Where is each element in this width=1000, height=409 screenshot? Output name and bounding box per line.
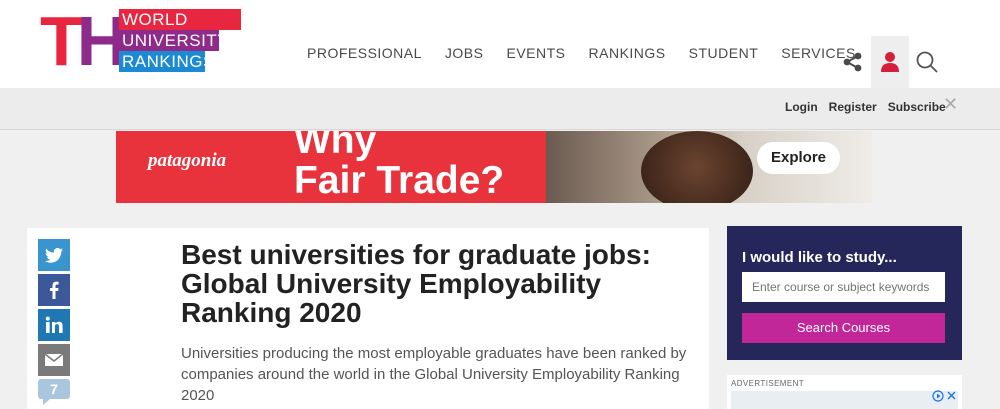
article-standfirst: Universities producing the most employab… bbox=[181, 345, 687, 404]
subscribe-link[interactable]: Subscribe bbox=[888, 100, 946, 114]
share-bar: 7 bbox=[38, 239, 70, 408]
course-search-title: I would like to study... bbox=[742, 249, 897, 266]
course-search-input[interactable] bbox=[742, 272, 945, 302]
logo-wordmark: WORLD UNIVERSITY RANKINGS bbox=[119, 9, 241, 72]
main-nav: PROFESSIONAL JOBS EVENTS RANKINGS STUDEN… bbox=[307, 45, 879, 61]
share-icon[interactable] bbox=[835, 42, 871, 82]
register-link[interactable]: Register bbox=[829, 100, 877, 114]
nav-events[interactable]: EVENTS bbox=[507, 45, 566, 61]
logo-letter-t: T bbox=[40, 2, 83, 80]
logo-word-university: UNIVERSITY bbox=[119, 30, 229, 51]
logo-word-rankings: RANKINGS bbox=[119, 51, 214, 72]
banner-headline-line2: Fair Trade? bbox=[294, 159, 505, 202]
ad-choices-icon[interactable] bbox=[932, 389, 958, 403]
facebook-icon[interactable] bbox=[38, 274, 70, 306]
course-search-widget: I would like to study... Search Courses bbox=[727, 226, 962, 360]
comments-icon[interactable]: 7 bbox=[38, 379, 70, 405]
advertisement-content[interactable] bbox=[731, 391, 958, 409]
nav-student[interactable]: STUDENT bbox=[689, 45, 759, 61]
top-header: T H E WORLD UNIVERSITY RANKINGS PROFESSI… bbox=[0, 0, 1000, 88]
patagonia-banner-ad[interactable]: patagonia Why Fair Trade? Explore bbox=[116, 131, 872, 203]
login-link[interactable]: Login bbox=[785, 100, 818, 114]
article-title: Best universities for graduate jobs: Glo… bbox=[181, 239, 651, 328]
comment-count: 7 bbox=[50, 381, 58, 397]
close-icon[interactable]: ✕ bbox=[943, 94, 958, 115]
header-icons bbox=[835, 36, 945, 88]
search-icon[interactable] bbox=[909, 42, 945, 82]
the-logo[interactable]: T H E WORLD UNIVERSITY RANKINGS bbox=[40, 2, 242, 80]
banner-headline-line1: Why bbox=[294, 131, 377, 162]
logo-word-world: WORLD bbox=[119, 9, 241, 30]
banner-headline: Why Fair Trade? bbox=[294, 131, 504, 201]
email-icon[interactable] bbox=[38, 344, 70, 376]
user-icon[interactable] bbox=[871, 36, 909, 88]
advertisement-label: ADVERTISEMENT bbox=[731, 379, 805, 388]
banner-brand-logo: patagonia bbox=[148, 150, 227, 171]
linkedin-icon[interactable] bbox=[38, 309, 70, 341]
account-links: Login Register Subscribe bbox=[785, 100, 957, 114]
nav-jobs[interactable]: JOBS bbox=[445, 45, 484, 61]
logo-letter-h: H bbox=[76, 2, 128, 80]
nav-rankings[interactable]: RANKINGS bbox=[589, 45, 666, 61]
nav-professional[interactable]: PROFESSIONAL bbox=[307, 45, 422, 61]
advertisement-box: ADVERTISEMENT bbox=[727, 375, 962, 409]
banner-portrait bbox=[641, 131, 753, 203]
search-courses-button[interactable]: Search Courses bbox=[742, 313, 945, 343]
twitter-icon[interactable] bbox=[38, 239, 70, 271]
banner-explore-button[interactable]: Explore bbox=[757, 142, 840, 174]
